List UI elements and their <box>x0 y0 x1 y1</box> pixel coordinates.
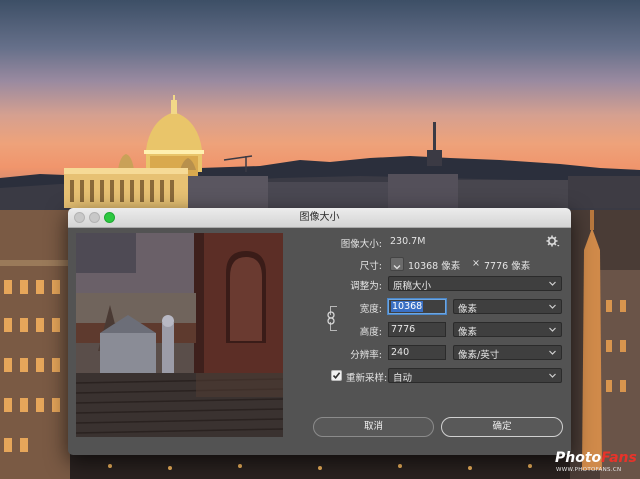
resolution-unit-value: 像素/英寸 <box>458 350 500 361</box>
chevron-down-icon <box>393 265 401 270</box>
cancel-button[interactable]: 取消 <box>313 417 434 437</box>
watermark-brand-part1: Photo <box>555 450 602 466</box>
gear-icon[interactable] <box>546 235 560 249</box>
chevron-down-icon <box>549 327 556 332</box>
watermark-url: WWW.PHOTOFANS.CN <box>556 467 622 473</box>
image-size-value: 230.7M <box>390 236 426 247</box>
image-preview[interactable] <box>76 233 283 437</box>
height-unit-value: 像素 <box>458 327 478 338</box>
resample-method-select[interactable]: 自动 <box>388 368 562 384</box>
width-input[interactable]: 10368 <box>388 299 446 314</box>
chevron-down-icon <box>549 373 556 378</box>
chevron-down-icon <box>549 304 556 309</box>
dimensions-unit-toggle[interactable] <box>390 257 404 271</box>
height-input[interactable]: 7776 <box>388 322 446 337</box>
resolution-value: 240 <box>391 347 410 358</box>
resolution-label: 分辨率: <box>350 350 382 361</box>
resample-label[interactable]: 重新采样: <box>346 370 387 384</box>
height-value: 7776 <box>391 324 416 335</box>
watermark-brand-part2: Fans <box>601 450 637 466</box>
watermark-brand: PhotoFans <box>555 450 637 466</box>
dimensions-width: 10368 像素 <box>408 261 461 272</box>
fit-to-label: 调整为: <box>350 281 382 292</box>
width-value: 10368 <box>391 301 424 312</box>
image-size-dialog: 图像大小 图像大小: 230.7M 尺寸: 10368 像素 × 7776 像素… <box>68 208 571 455</box>
chevron-down-icon <box>549 350 556 355</box>
dimensions-height: 7776 像素 <box>484 261 531 272</box>
resolution-unit-select[interactable]: 像素/英寸 <box>453 345 562 361</box>
width-unit-value: 像素 <box>458 304 478 315</box>
image-size-label: 图像大小: <box>340 239 382 250</box>
dialog-titlebar[interactable]: 图像大小 <box>68 208 571 228</box>
chevron-down-icon <box>549 281 556 286</box>
dialog-title: 图像大小 <box>299 212 340 223</box>
ok-button[interactable]: 确定 <box>441 417 563 437</box>
link-icon[interactable] <box>325 311 337 325</box>
preview-rooftops <box>76 233 283 437</box>
height-unit-select[interactable]: 像素 <box>453 322 562 338</box>
checkmark-icon <box>332 372 341 380</box>
dimensions-label: 尺寸: <box>359 261 382 272</box>
width-unit-select[interactable]: 像素 <box>453 299 562 315</box>
fit-to-value: 原稿大小 <box>393 281 432 292</box>
resolution-input[interactable]: 240 <box>388 345 446 360</box>
resample-checkbox[interactable] <box>331 370 342 381</box>
height-label: 高度: <box>359 327 382 338</box>
resample-method-value: 自动 <box>393 373 413 384</box>
dimensions-separator: × <box>472 258 480 269</box>
photofans-watermark: PhotoFans WWW.PHOTOFANS.CN <box>551 450 639 478</box>
fit-to-select[interactable]: 原稿大小 <box>388 276 562 292</box>
